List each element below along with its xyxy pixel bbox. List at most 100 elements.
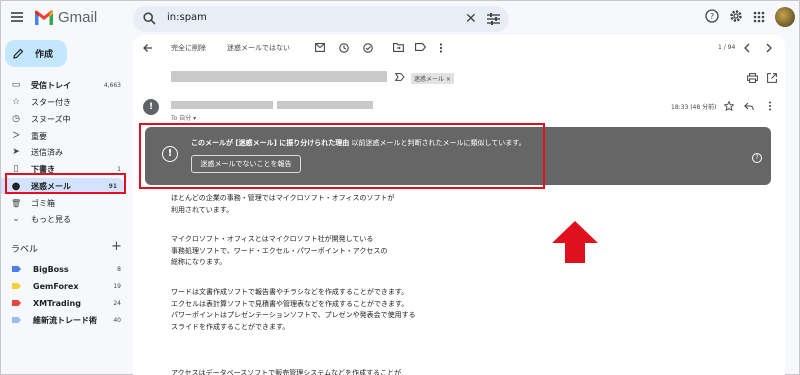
apps-grid-icon[interactable] [753, 11, 765, 23]
inbox-icon: ▭ [11, 80, 21, 90]
label-item[interactable]: BigBoss 8 [1, 261, 129, 277]
body-text-line: 利用されています。 [171, 205, 234, 214]
chevron-down-icon: ⌄ [12, 214, 20, 224]
body-text-line: エクセルは表計算ソフトで見積書や管理表などを作成することができます。 [171, 299, 409, 308]
sidebar-item-8[interactable]: ⌄ もっと見る [1, 211, 129, 227]
label-count: 19 [113, 282, 121, 290]
add-label-icon[interactable]: + [111, 239, 122, 254]
sidebar-item-4[interactable]: ➤ 送信済み [1, 144, 129, 160]
message-time: 18:33 (48 分前) [671, 104, 717, 111]
trash-icon: 🗑 [11, 198, 22, 208]
message-more-icon[interactable] [768, 101, 772, 111]
sidebar-item-3[interactable]: ᐳ 重要 [1, 128, 129, 144]
sidebar-item-label: 重要 [31, 131, 47, 141]
star-icon[interactable] [724, 101, 734, 111]
help-icon[interactable]: ? [705, 9, 719, 23]
sidebar-item-1[interactable]: ☆ スター付き [1, 94, 129, 110]
body-text-line: 総称になります。 [171, 258, 227, 266]
search-input[interactable]: in:spam [167, 12, 207, 23]
print-icon[interactable] [747, 73, 758, 83]
sidebar-item-label: 送信済み [31, 147, 63, 157]
compose-button[interactable]: 作成 [5, 40, 67, 67]
annotation-arrow [552, 221, 598, 263]
svg-text:?: ? [710, 12, 714, 21]
label-tag-icon [12, 266, 21, 272]
snooze-clock-icon[interactable] [339, 43, 349, 53]
older-chevron-icon[interactable] [765, 43, 773, 53]
sent-icon: ➤ [12, 147, 20, 157]
sidebar-item-7[interactable]: 🗑 ゴミ箱 [1, 195, 129, 211]
reply-icon[interactable] [744, 102, 754, 111]
mark-unread-icon[interactable] [315, 43, 325, 52]
sidebar-item-label: もっと見る [31, 214, 71, 224]
sidebar-item-0[interactable]: ▭ 受信トレイ 4,663 [1, 77, 129, 93]
body-text-line: マイクロソフト・オフィスとはマイクロソフト社が開発している [171, 235, 374, 243]
clear-search-icon[interactable]: ✕ [465, 11, 477, 27]
body-text-line: スライドを作成することができます。 [171, 322, 290, 331]
app-name: Gmail [58, 9, 98, 26]
more-options-icon[interactable] [439, 43, 443, 53]
pencil-icon [13, 48, 24, 59]
label-name: 維新流トレード術 [33, 315, 97, 325]
label-name: BigBoss [33, 264, 69, 274]
label-name: GemForex [33, 281, 79, 291]
top-bar: Gmail in:spam ✕ ? [1, 1, 800, 37]
important-icon: ᐳ [12, 131, 20, 141]
label-count: 24 [113, 299, 121, 307]
newer-chevron-icon[interactable] [743, 43, 751, 53]
search-bar[interactable]: in:spam ✕ [133, 6, 509, 32]
search-icon[interactable] [143, 12, 156, 25]
menu-icon[interactable] [11, 12, 23, 22]
gmail-m-icon [35, 9, 53, 25]
message-pane: 完全に削除 迷惑メールではない 1 / 94 迷惑メール × ! To 自分 ▾… [133, 35, 785, 375]
help-circle-icon[interactable]: ? [752, 153, 762, 163]
annotation-highlight-spam [5, 173, 126, 194]
label-tag-icon [12, 283, 21, 289]
account-avatar[interactable] [775, 7, 795, 27]
sender-avatar[interactable]: ! [143, 99, 159, 115]
sidebar-item-label: 受信トレイ [31, 80, 71, 90]
message-toolbar: 完全に削除 迷惑メールではない 1 / 94 [133, 35, 785, 61]
label-tag-icon [12, 317, 21, 323]
sidebar-item-label: ゴミ箱 [31, 198, 55, 208]
sender-email-redacted [277, 101, 373, 109]
body-text-line: アクセスはデータベースソフトで販売管理システムなどを作成することが [171, 369, 402, 375]
sidebar-item-count: 1 [117, 165, 121, 173]
gear-icon[interactable] [729, 9, 743, 23]
compose-label: 作成 [35, 50, 54, 60]
sidebar-item-2[interactable]: ◷ スヌーズ中 [1, 111, 129, 127]
delete-forever-button[interactable]: 完全に削除 [171, 43, 206, 53]
body-text-line: パワーポイントはプレゼンテーションソフトで、プレゼンや発表会で使用する [171, 311, 416, 319]
sidebar-item-count: 4,663 [103, 81, 121, 89]
add-task-icon[interactable] [363, 43, 374, 53]
label-tag-icon [12, 300, 21, 306]
label-item[interactable]: 維新流トレード術 40 [1, 312, 129, 328]
open-in-new-window-icon[interactable] [767, 73, 777, 83]
subject-redacted [171, 71, 387, 82]
label-count: 40 [113, 316, 121, 324]
label-count: 8 [117, 265, 121, 273]
move-to-folder-icon[interactable] [393, 43, 404, 52]
body-text-line: ほとんどの企業の事務・管理ではマイクロソフト・オフィスのソフトが [171, 194, 395, 202]
sidebar-item-label: スター付き [31, 97, 71, 107]
snooze-icon: ◷ [12, 114, 20, 124]
label-item[interactable]: GemForex 19 [1, 278, 129, 294]
label-name: XMTrading [33, 298, 81, 308]
labels-heading: ラベル [11, 245, 39, 255]
importance-marker-icon[interactable] [395, 73, 405, 81]
gmail-logo[interactable]: Gmail [34, 9, 97, 26]
spam-label-chip[interactable]: 迷惑メール × [411, 73, 454, 84]
body-text-line: ワードは文書作成ソフトで報告書やチラシなどを作成することができます。 [171, 288, 409, 296]
annotation-highlight-banner [139, 123, 545, 189]
star-icon: ☆ [11, 97, 21, 107]
not-spam-button[interactable]: 迷惑メールではない [227, 43, 290, 53]
body-text-line: 事務処理ソフトで、ワード・エクセル・パワーポイント・アクセスの [171, 246, 388, 255]
label-icon[interactable] [415, 43, 426, 51]
recipient-dropdown[interactable]: To 自分 ▾ [171, 113, 196, 122]
pagination-text: 1 / 94 [718, 44, 736, 51]
sidebar-item-label: スヌーズ中 [31, 114, 71, 124]
sender-name-redacted [171, 101, 273, 109]
label-item[interactable]: XMTrading 24 [1, 295, 129, 311]
back-arrow-icon[interactable] [143, 43, 153, 53]
search-options-icon[interactable] [487, 13, 500, 25]
